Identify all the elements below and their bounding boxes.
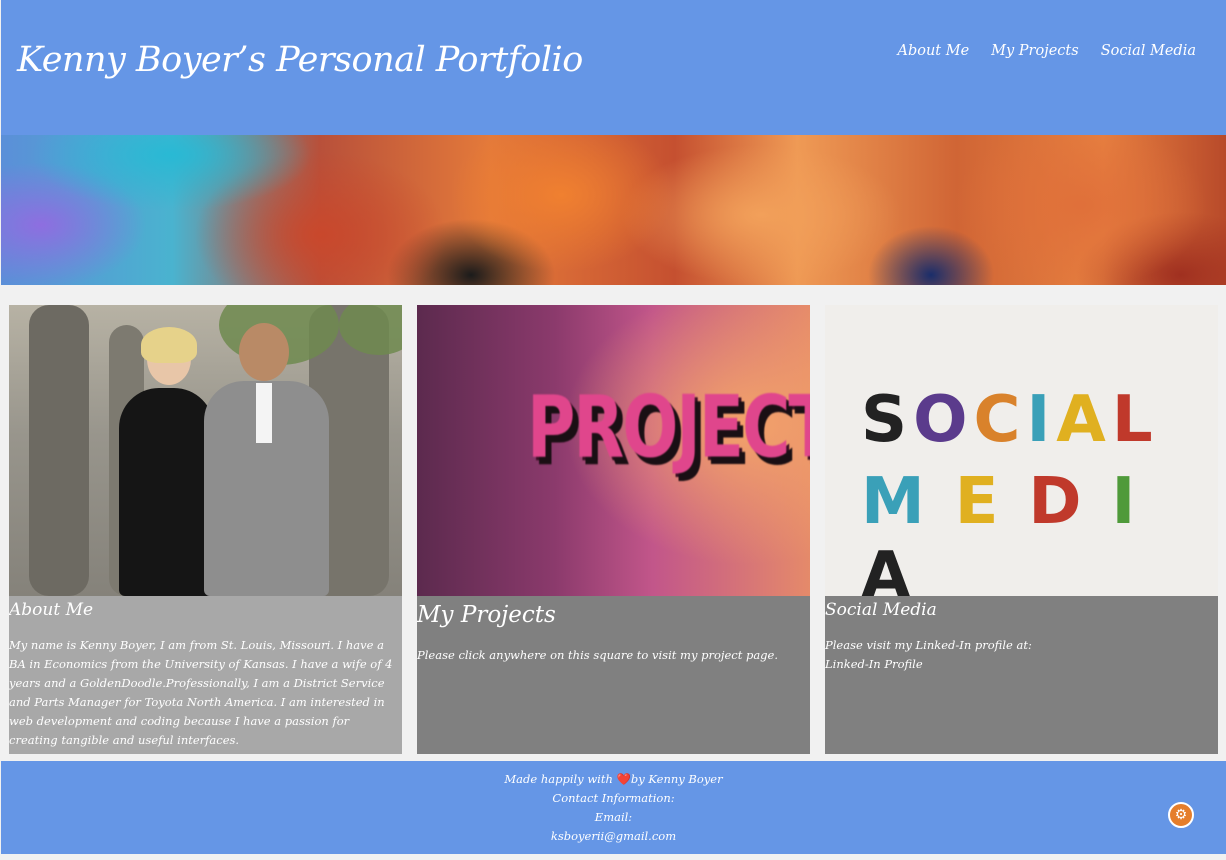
footer-made-prefix: Made happily with bbox=[504, 772, 613, 786]
my-projects-heading: My Projects bbox=[417, 602, 556, 628]
settings-icon[interactable]: ⚙ bbox=[1168, 802, 1194, 828]
about-me-card-body: About Me My name is Kenny Boyer, I am fr… bbox=[9, 596, 402, 754]
my-projects-card-body: My Projects Please click anywhere on thi… bbox=[417, 596, 810, 754]
social-image-text-line1: SOCIAL bbox=[861, 383, 1159, 457]
heart-icon: ❤️ bbox=[616, 772, 631, 786]
site-header: Kenny Boyer’s Personal Portfolio About M… bbox=[1, 0, 1226, 135]
social-media-prompt: Please visit my Linked-In profile at: bbox=[825, 638, 1032, 652]
linkedin-profile-link[interactable]: Linked-In Profile bbox=[825, 657, 923, 671]
social-media-card-body: Social Media Please visit my Linked-In p… bbox=[825, 596, 1218, 754]
couple-photo bbox=[9, 305, 402, 596]
social-media-photo: SOCIAL MEDIA bbox=[825, 305, 1218, 596]
projects-photo: PROJECTS bbox=[417, 305, 810, 596]
social-media-text: Please visit my Linked-In profile at: Li… bbox=[825, 636, 1032, 674]
main-nav: About Me My Projects Social Media bbox=[897, 43, 1196, 59]
footer-email: ksboyerii@gmail.com bbox=[550, 829, 677, 843]
my-projects-card[interactable]: PROJECTS My Projects Please click anywhe… bbox=[417, 305, 810, 754]
site-footer: Made happily with ❤️by Kenny Boyer Conta… bbox=[1, 761, 1226, 854]
nav-about-me[interactable]: About Me bbox=[897, 43, 969, 59]
social-media-heading: Social Media bbox=[825, 600, 937, 620]
nav-social-media[interactable]: Social Media bbox=[1101, 43, 1196, 59]
hero-banner-image bbox=[1, 135, 1226, 285]
social-image-text-line2: MEDIA bbox=[861, 465, 1166, 596]
footer-contact-label: Contact Information: bbox=[552, 791, 675, 805]
social-media-card: SOCIAL MEDIA Social Media Please visit m… bbox=[825, 305, 1218, 754]
footer-made-suffix: by Kenny Boyer bbox=[630, 772, 723, 786]
nav-my-projects[interactable]: My Projects bbox=[991, 43, 1079, 59]
projects-image-text: PROJECTS bbox=[527, 377, 810, 478]
my-projects-text: Please click anywhere on this square to … bbox=[417, 648, 779, 662]
about-me-heading: About Me bbox=[9, 600, 94, 620]
footer-email-label: Email: bbox=[594, 810, 633, 824]
about-me-card: About Me My name is Kenny Boyer, I am fr… bbox=[9, 305, 402, 754]
site-title: Kenny Boyer’s Personal Portfolio bbox=[17, 40, 583, 80]
about-me-text: My name is Kenny Boyer, I am from St. Lo… bbox=[9, 638, 393, 747]
footer-made-with: Made happily with ❤️by Kenny Boyer bbox=[1, 770, 1226, 789]
